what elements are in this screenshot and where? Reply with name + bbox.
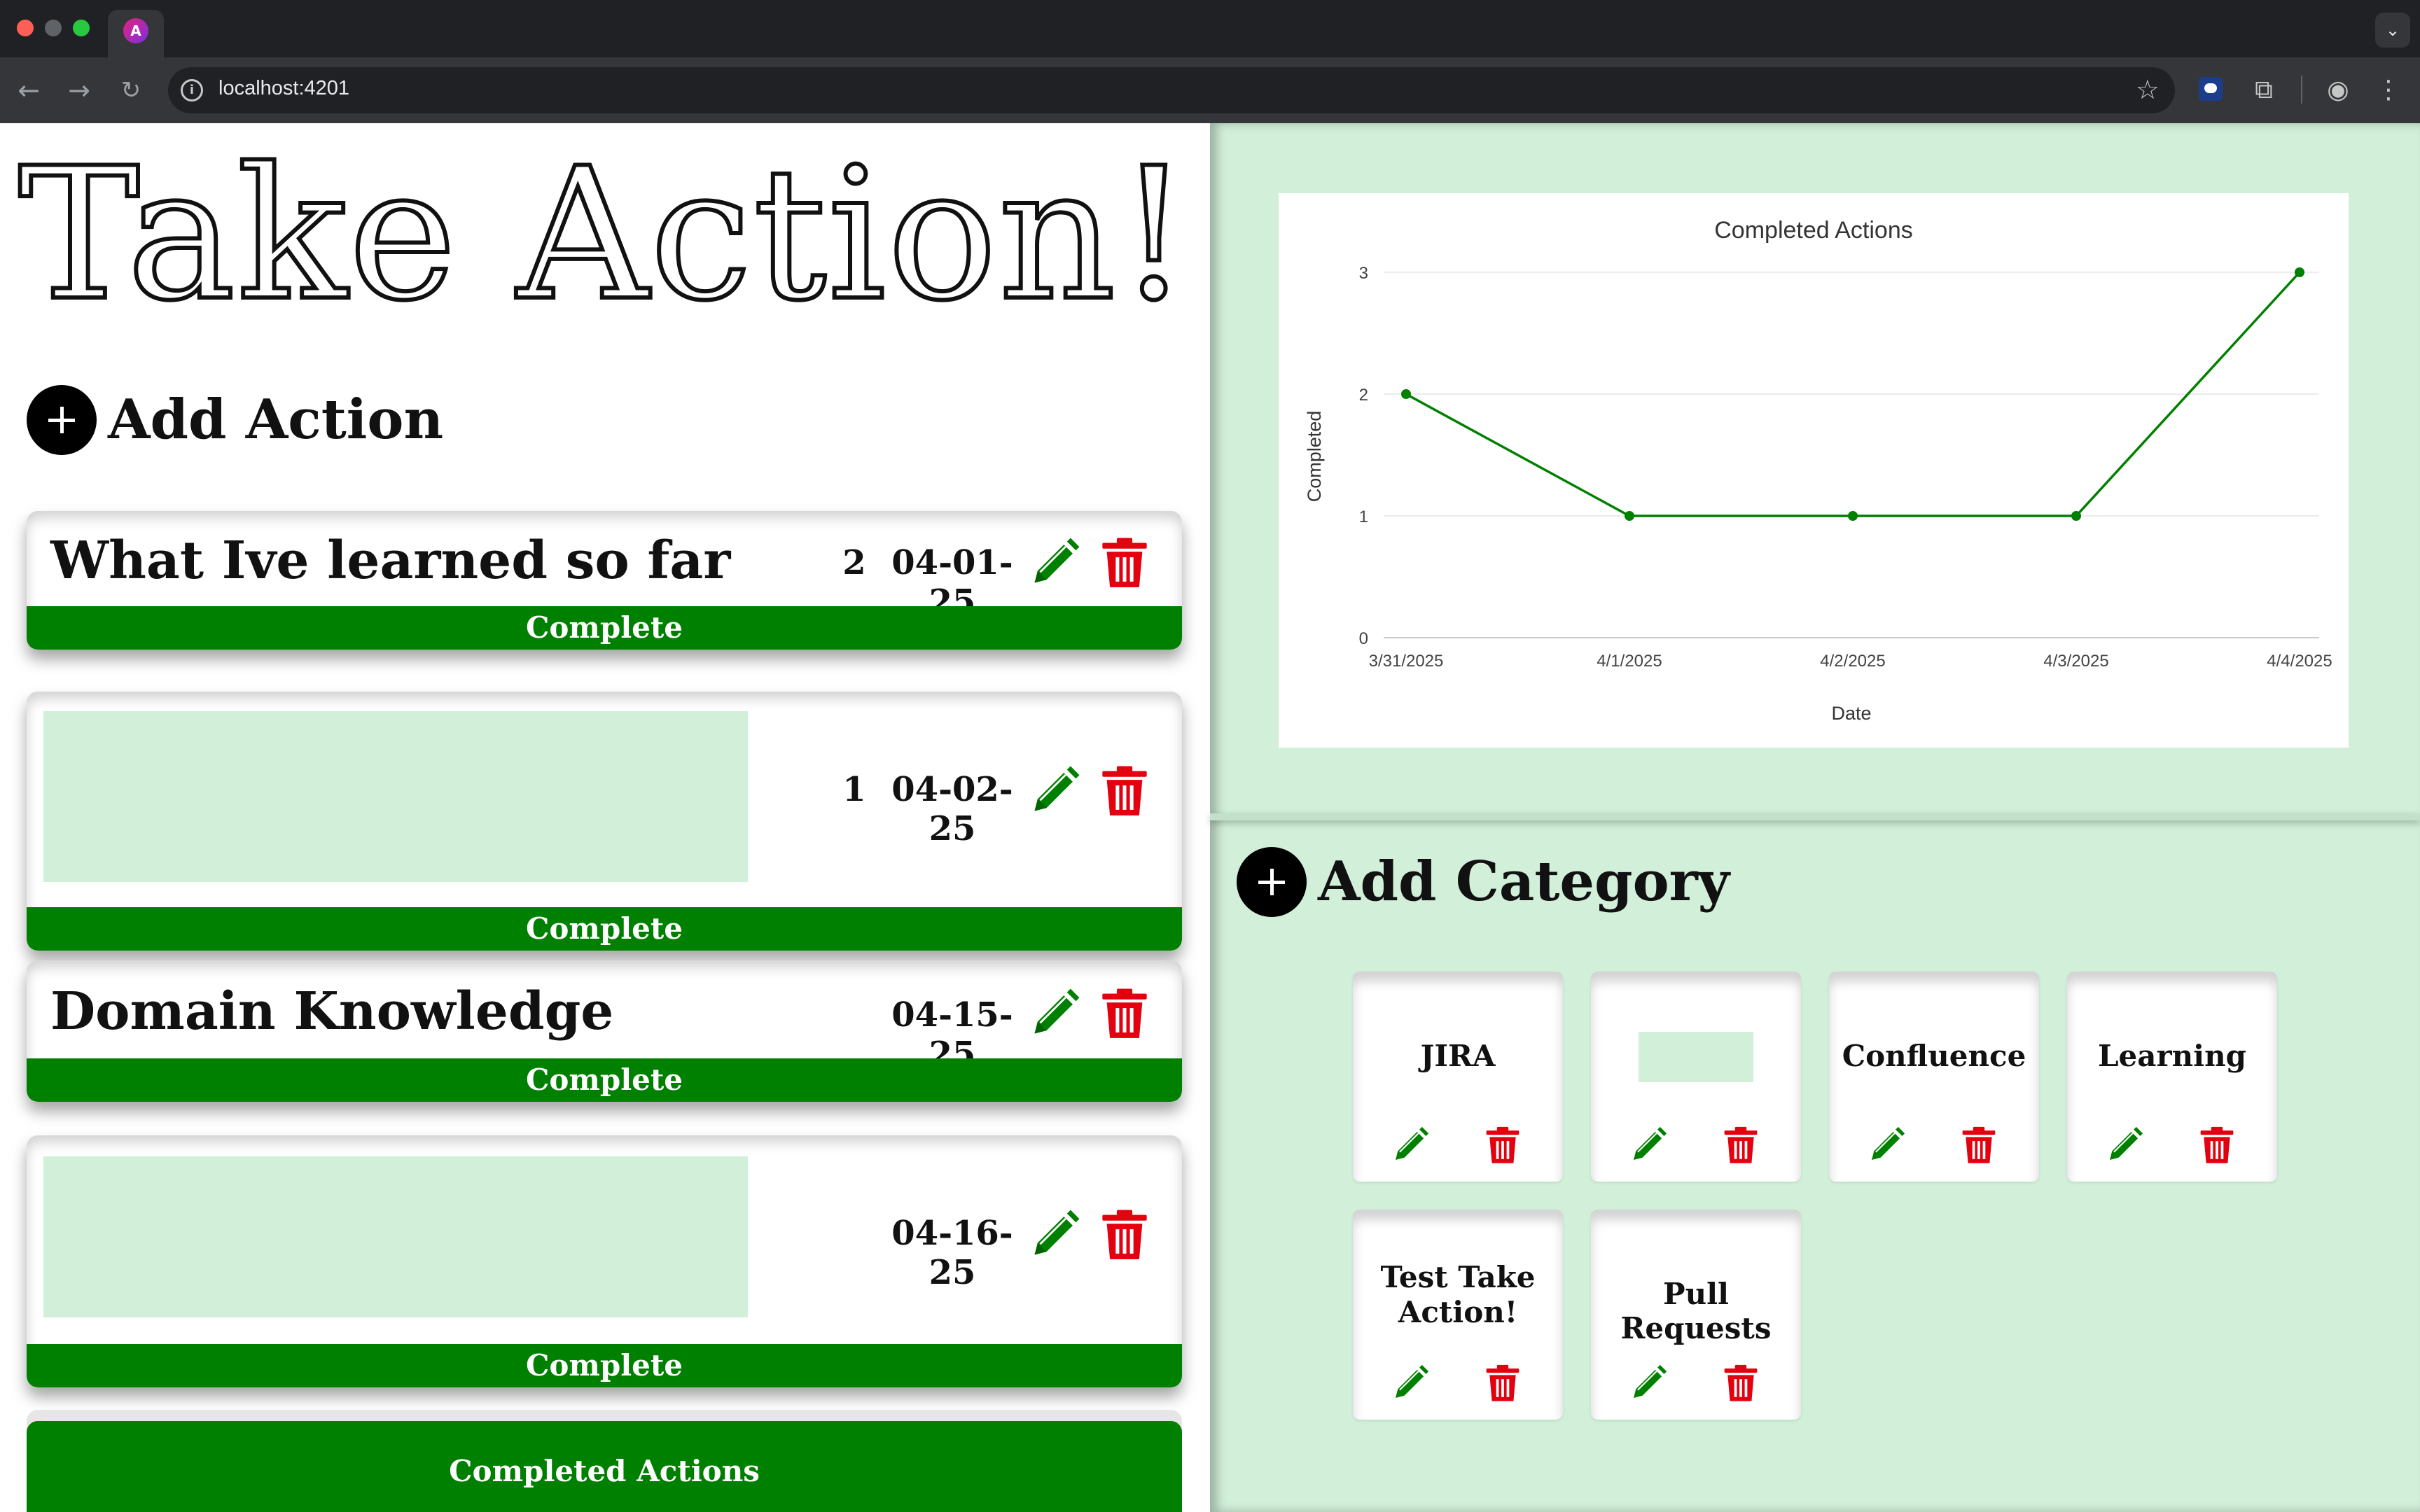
category-card[interactable]: Test Take Action! <box>1353 1210 1563 1420</box>
chart-y-tick-label: 1 <box>1359 507 1368 526</box>
maximize-window-button[interactable] <box>73 20 90 36</box>
url-text[interactable]: localhost:4201 <box>218 77 349 100</box>
add-action-plus-icon[interactable] <box>27 385 97 455</box>
bookmark-star-icon[interactable]: ☆ <box>2136 74 2160 105</box>
pencil-icon[interactable] <box>1028 1208 1081 1261</box>
pencil-icon[interactable] <box>1629 1364 1668 1403</box>
forward-arrow-icon[interactable]: → <box>62 73 97 108</box>
trash-icon[interactable] <box>1098 1208 1151 1261</box>
chart-x-tick-label: 4/3/2025 <box>2043 652 2108 671</box>
complete-button[interactable]: Complete <box>27 1344 1182 1387</box>
profile-avatar-icon[interactable]: ◉ <box>2319 71 2357 109</box>
minimize-window-button[interactable] <box>45 20 62 36</box>
trash-icon[interactable] <box>1721 1126 1760 1165</box>
tab-search-chevron-icon[interactable]: ⌄ <box>2375 13 2410 48</box>
completed-actions-button[interactable]: Completed Actions <box>27 1421 1182 1512</box>
browser-menu-kebab-icon[interactable]: ⋮ <box>2370 71 2407 109</box>
panel-divider <box>1210 813 2420 820</box>
pencil-icon[interactable] <box>1028 536 1081 589</box>
chart-x-tick-label: 4/1/2025 <box>1597 652 1662 671</box>
chart-x-tick-label: 4/4/2025 <box>2267 652 2332 671</box>
category-name: Pull Requests <box>1620 1277 1772 1345</box>
add-action-label[interactable]: Add Action <box>108 388 443 451</box>
chart-x-tick-label: 3/31/2025 <box>1369 652 1444 671</box>
chart-y-tick-label: 3 <box>1359 264 1368 283</box>
category-card[interactable]: Pull Requests <box>1591 1210 1801 1420</box>
action-count: 2 <box>842 543 866 582</box>
chart-title: Completed Actions <box>1714 217 1913 244</box>
actions-panel: Take Action! Add Action What Ive learned… <box>0 123 1210 1512</box>
trash-icon[interactable] <box>1483 1126 1522 1165</box>
app-title: Take Action! <box>16 130 1192 341</box>
chart-data-point <box>1625 511 1634 521</box>
action-card[interactable]: What Ive learned so far 2 04-01-25 Compl… <box>27 511 1182 650</box>
back-arrow-icon[interactable]: ← <box>11 73 46 108</box>
action-title: What Ive learned so far <box>50 531 731 591</box>
chart-x-axis-label: Date <box>1831 703 1871 724</box>
trash-icon[interactable] <box>1959 1126 1998 1165</box>
trash-icon[interactable] <box>1483 1364 1522 1403</box>
add-category-plus-icon[interactable] <box>1237 847 1307 917</box>
complete-button[interactable]: Complete <box>27 907 1182 951</box>
site-info-icon[interactable]: i <box>181 79 203 102</box>
action-image-placeholder <box>43 711 748 882</box>
pencil-icon[interactable] <box>1391 1126 1430 1165</box>
action-card[interactable]: Domain Knowledge 04-15-25 Complete <box>27 960 1182 1102</box>
pencil-icon[interactable] <box>2105 1126 2144 1165</box>
add-category-label[interactable]: Add Category <box>1318 850 1730 913</box>
chart-y-tick-label: 2 <box>1359 386 1368 405</box>
pencil-icon[interactable] <box>1028 764 1081 818</box>
action-title: Domain Knowledge <box>50 981 614 1042</box>
action-count: 1 <box>842 770 866 809</box>
chart-svg: Completed Actions Completed Date 0 1 2 3 3/3… <box>1304 217 2332 724</box>
action-card[interactable]: 04-16-25 Complete <box>27 1135 1182 1387</box>
pencil-icon[interactable] <box>1391 1364 1430 1403</box>
completed-actions-chart: Completed Actions Completed Date 0 1 2 3 3/3… <box>1279 193 2349 748</box>
category-card[interactable]: Confluence <box>1829 972 2039 1182</box>
category-name: Confluence <box>1842 1039 2026 1073</box>
chart-y-tick-label: 0 <box>1359 629 1368 648</box>
browser-tabstrip: A ⌄ <box>0 0 2420 57</box>
chart-x-tick-label: 4/2/2025 <box>1820 652 1885 671</box>
action-date: 04-16-25 <box>891 1214 1013 1292</box>
complete-button[interactable]: Complete <box>27 1058 1182 1102</box>
trash-icon[interactable] <box>1098 764 1151 818</box>
chart-data-point <box>2071 511 2081 521</box>
pencil-icon[interactable] <box>1867 1126 1906 1165</box>
trash-icon[interactable] <box>1098 987 1151 1040</box>
action-image-placeholder <box>43 1156 748 1317</box>
category-name: Learning <box>2098 1039 2246 1073</box>
category-card[interactable]: Learning <box>2067 972 2277 1182</box>
browser-toolbar: ← → ↻ i localhost:4201 ☆ ⧉ ◉ ⋮ <box>0 57 2420 123</box>
category-image-placeholder <box>1639 1032 1753 1082</box>
reload-icon[interactable]: ↻ <box>113 73 148 108</box>
chart-data-point <box>1848 511 1858 521</box>
trash-icon[interactable] <box>1721 1364 1760 1403</box>
chart-y-axis-label: Completed <box>1304 411 1325 503</box>
browser-tab[interactable]: A <box>108 10 164 57</box>
category-card[interactable]: JIRA <box>1353 972 1563 1182</box>
angular-favicon-icon: A <box>123 18 148 43</box>
pencil-icon[interactable] <box>1629 1126 1668 1165</box>
category-card[interactable] <box>1591 972 1801 1182</box>
address-bar[interactable]: i localhost:4201 ☆ <box>168 67 2175 113</box>
trash-icon[interactable] <box>1098 536 1151 589</box>
extension-chat-icon[interactable] <box>2199 77 2223 101</box>
chart-data-point <box>1401 389 1411 399</box>
category-name: Test Take Action! <box>1380 1260 1536 1329</box>
pencil-icon[interactable] <box>1028 987 1081 1040</box>
category-name: JIRA <box>1420 1039 1496 1073</box>
trash-icon[interactable] <box>2197 1126 2237 1165</box>
close-window-button[interactable] <box>17 20 34 36</box>
action-date: 04-02-25 <box>891 770 1013 848</box>
toolbar-separator <box>2301 76 2302 104</box>
complete-button[interactable]: Complete <box>27 606 1182 650</box>
chart-data-point <box>2295 267 2304 277</box>
extensions-puzzle-icon[interactable]: ⧉ <box>2245 71 2283 109</box>
action-card[interactable]: 1 04-02-25 Complete <box>27 692 1182 951</box>
